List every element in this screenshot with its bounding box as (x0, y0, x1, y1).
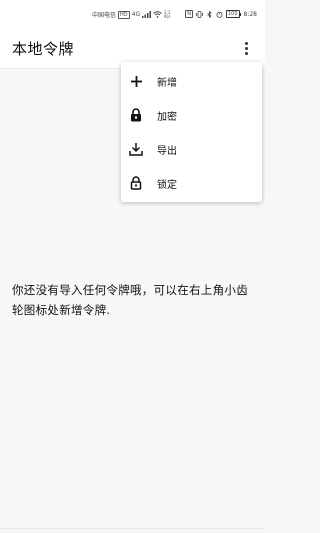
download-icon (129, 142, 143, 156)
menu-item-label: 新增 (157, 77, 177, 89)
lock-open-icon (129, 176, 143, 190)
overflow-menu: 新增 加密 导出 锁定 (121, 62, 262, 202)
alarm-icon (216, 11, 223, 18)
page-title: 本地令牌 (12, 40, 75, 58)
lock-closed-icon (129, 108, 143, 122)
menu-item-label: 导出 (157, 145, 177, 157)
network-speed: 2.1 K/s (164, 10, 171, 19)
status-right: N 100 8:28 (185, 10, 257, 18)
wifi-icon (153, 11, 162, 18)
plus-icon (129, 74, 143, 88)
battery-icon: 100 (225, 10, 241, 18)
network-type: 4G (131, 11, 141, 18)
more-dot-icon (244, 46, 248, 50)
status-left: 中国电信 HD 4G 2.1 K/s (92, 10, 170, 19)
battery-level: 100 (225, 10, 240, 18)
more-options-button[interactable] (235, 36, 257, 60)
carrier-name: 中国电信 (92, 12, 117, 19)
menu-item-export[interactable]: 导出 (121, 132, 262, 166)
menu-item-encrypt[interactable]: 加密 (121, 98, 262, 132)
menu-item-label: 加密 (157, 111, 177, 123)
vibrate-icon (196, 10, 203, 18)
screen: 中国电信 HD 4G 2.1 K/s N 100 8:28 本地令牌 你还没有导… (0, 0, 265, 533)
more-dot-icon (244, 51, 248, 55)
more-dot-icon (244, 41, 248, 45)
nfc-icon: N (185, 10, 193, 18)
status-bar: 中国电信 HD 4G 2.1 K/s N 100 8:28 (0, 0, 265, 28)
menu-item-lock[interactable]: 锁定 (121, 166, 262, 200)
signal-icon (142, 11, 152, 18)
bottom-divider (0, 528, 265, 529)
speed-unit: K/s (164, 13, 171, 19)
clock: 8:28 (243, 10, 257, 18)
menu-item-add[interactable]: 新增 (121, 64, 262, 98)
carrier-badge: HD (118, 10, 130, 19)
empty-state-message: 你还没有导入任何令牌哦，可以在右上角小齿轮图标处新增令牌. (12, 283, 248, 317)
menu-item-label: 锁定 (157, 179, 177, 191)
bluetooth-icon (207, 10, 212, 18)
